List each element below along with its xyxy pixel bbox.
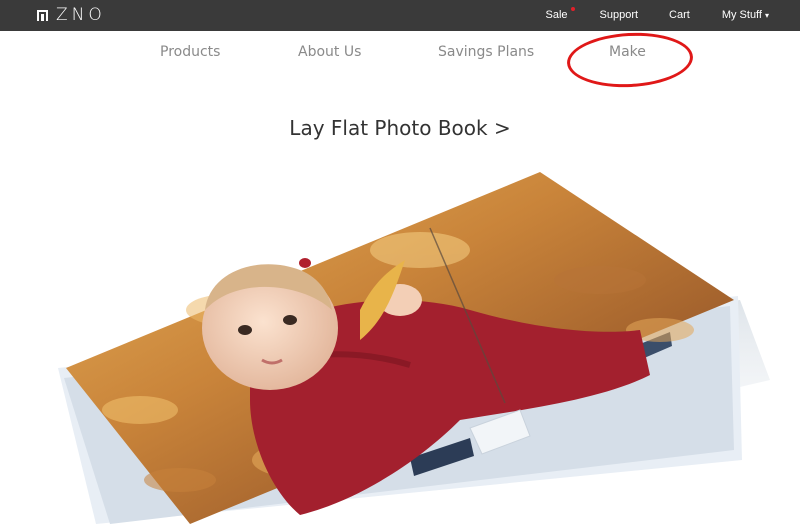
top-links: Sale Support Cart My Stuff ▾: [545, 7, 769, 21]
zno-logo[interactable]: ZNO: [37, 7, 106, 24]
sale-link[interactable]: Sale: [545, 7, 575, 21]
my-stuff-menu[interactable]: My Stuff ▾: [722, 9, 769, 21]
support-link[interactable]: Support: [600, 9, 639, 21]
nav-products[interactable]: Products: [160, 44, 220, 60]
chevron-down-icon: ▾: [764, 11, 769, 20]
top-bar: ZNO Sale Support Cart My Stuff ▾: [0, 0, 800, 31]
lay-flat-photo-book-link[interactable]: Lay Flat Photo Book >: [0, 116, 800, 140]
nav-about-us[interactable]: About Us: [298, 44, 361, 60]
logo-text: ZNO: [56, 5, 106, 25]
sale-label: Sale: [545, 9, 568, 21]
photo-book-illustration: [58, 172, 770, 524]
my-stuff-label: My Stuff: [721, 9, 762, 21]
nav-savings-plans[interactable]: Savings Plans: [438, 44, 534, 60]
nav-make[interactable]: Make: [609, 44, 646, 60]
zno-logo-icon: [37, 10, 48, 21]
main-nav: Products About Us Savings Plans Make: [0, 44, 800, 64]
cart-link[interactable]: Cart: [669, 9, 690, 21]
photo-book-hero-image[interactable]: [0, 160, 800, 524]
sale-notification-dot: [570, 7, 575, 11]
